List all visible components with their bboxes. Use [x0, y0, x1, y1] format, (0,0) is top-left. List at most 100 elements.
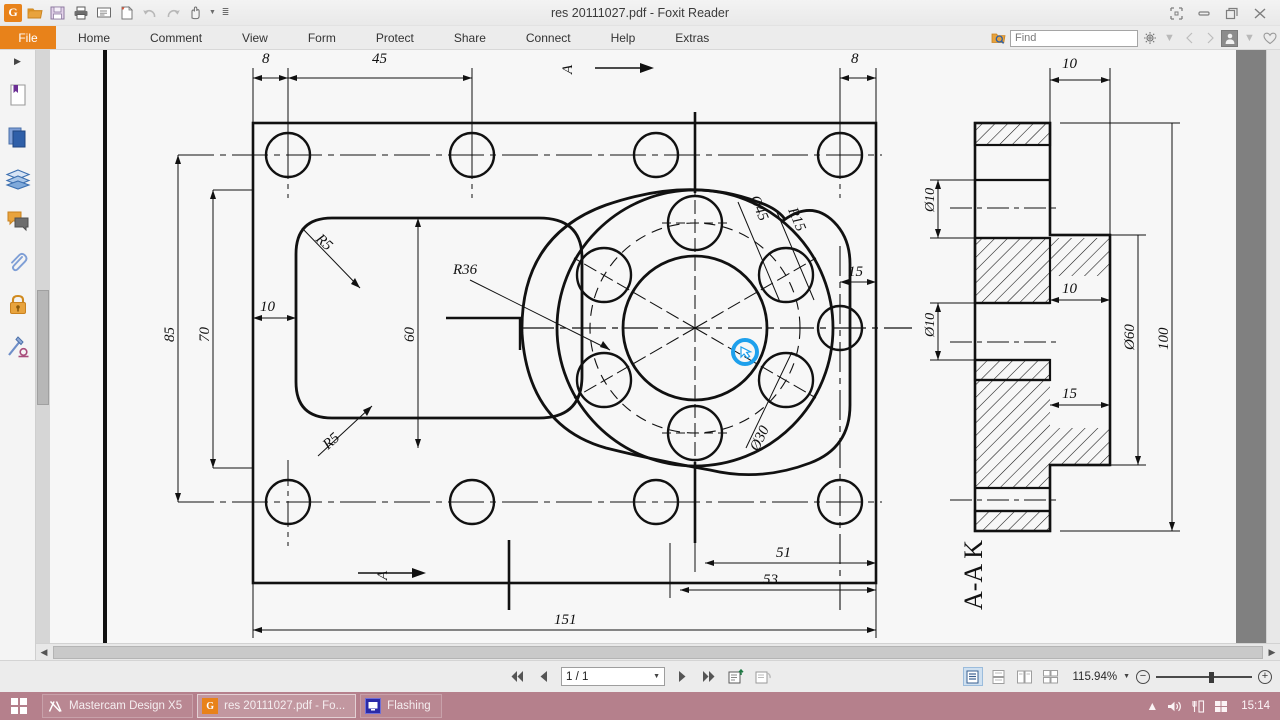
- zoom-level-value[interactable]: 115.94%: [1073, 671, 1118, 683]
- dim-bottom-51: 51: [776, 545, 791, 561]
- dim-section-100: 100: [1156, 327, 1172, 350]
- zoom-slider-rail: [1156, 675, 1252, 678]
- taskbar-item-label: res 20111027.pdf - Fo...: [224, 700, 346, 712]
- navigation-panel: ▶: [0, 50, 36, 660]
- facing-view-icon[interactable]: [1015, 667, 1035, 686]
- next-page-icon[interactable]: [672, 667, 692, 687]
- redo-icon[interactable]: [162, 3, 183, 23]
- tab-comment[interactable]: Comment: [130, 26, 222, 50]
- document-view[interactable]: 8 45 8 85 70 10 60 R5 R5 R36 Ø45 R15 Ø30…: [36, 50, 1280, 660]
- start-button[interactable]: [0, 692, 38, 720]
- hand-tool-caret-icon[interactable]: ▼: [208, 3, 217, 23]
- volume-icon[interactable]: [1167, 700, 1182, 713]
- layers-panel-icon[interactable]: [3, 158, 33, 200]
- open-folder-icon[interactable]: [24, 3, 45, 23]
- taskbar-item-flashing[interactable]: Flashing: [360, 694, 442, 718]
- ribbon-tab-bar: File Home Comment View Form Protect Shar…: [0, 26, 1280, 50]
- dim-left-inner: 70: [197, 327, 213, 343]
- scroll-right-icon[interactable]: ▶: [1264, 647, 1280, 658]
- left-scrollbar[interactable]: [36, 50, 50, 643]
- dim-right-edge-offset: 15: [848, 264, 864, 280]
- dim-top-left-offset: 8: [262, 51, 270, 67]
- dim-left-overall: 85: [162, 327, 178, 343]
- heart-icon[interactable]: [1261, 29, 1278, 47]
- save-icon[interactable]: [47, 3, 68, 23]
- last-page-icon[interactable]: [699, 667, 719, 687]
- section-marker-a-bottom: A: [375, 570, 391, 581]
- tab-view[interactable]: View: [222, 26, 288, 50]
- zoom-dropdown-icon[interactable]: ▼: [1123, 673, 1130, 680]
- account-icon[interactable]: [1221, 29, 1238, 47]
- horizontal-scrollbar[interactable]: ◀ ▶: [36, 643, 1280, 660]
- dim-boss-radius: R36: [452, 262, 478, 278]
- customize-toolbar-icon[interactable]: ≣: [219, 3, 232, 23]
- tab-share[interactable]: Share: [434, 26, 506, 50]
- undo-icon[interactable]: [139, 3, 160, 23]
- tab-help[interactable]: Help: [591, 26, 656, 50]
- tab-form[interactable]: Form: [288, 26, 356, 50]
- bookmarks-panel-icon[interactable]: [3, 74, 33, 116]
- quick-access-toolbar: G ▼ ≣: [0, 3, 232, 23]
- zoom-slider[interactable]: [1156, 670, 1252, 684]
- first-page-icon[interactable]: [507, 667, 527, 687]
- settings-icon[interactable]: [1141, 29, 1158, 47]
- single-page-view-icon[interactable]: [962, 667, 983, 686]
- search-scope-icon[interactable]: [990, 29, 1007, 47]
- taskbar-item-label: Mastercam Design X5: [69, 700, 183, 712]
- restore-layout-icon[interactable]: [1168, 5, 1184, 21]
- next-view-icon[interactable]: [1201, 29, 1218, 47]
- zoom-in-button[interactable]: +: [1258, 669, 1272, 684]
- signatures-panel-icon[interactable]: [3, 326, 33, 368]
- zoom-slider-knob[interactable]: [1209, 671, 1214, 683]
- minimize-icon[interactable]: [1196, 5, 1212, 21]
- taskbar-item-foxit[interactable]: G res 20111027.pdf - Fo...: [197, 694, 357, 718]
- settings-caret-icon[interactable]: ▼: [1161, 29, 1178, 47]
- search-input[interactable]: Find: [1010, 29, 1138, 47]
- tab-home[interactable]: Home: [56, 26, 130, 50]
- title-bar: G ▼ ≣ res 20111027.pdf - Foxit Reader: [0, 0, 1280, 26]
- fit-page-icon[interactable]: [726, 667, 746, 687]
- horizontal-scrollbar-thumb[interactable]: [53, 645, 1263, 659]
- windows-action-icon[interactable]: [1214, 700, 1228, 713]
- input-method-icon[interactable]: [1191, 699, 1205, 713]
- tab-file[interactable]: File: [0, 26, 56, 49]
- page-number-value: 1 / 1: [566, 670, 589, 683]
- mastercam-icon: [47, 698, 63, 714]
- window-controls: [1168, 0, 1276, 26]
- security-panel-icon[interactable]: [3, 284, 33, 326]
- new-document-icon[interactable]: [116, 3, 137, 23]
- right-scrollbar[interactable]: [1266, 50, 1280, 643]
- show-hidden-icons-icon[interactable]: ▲: [1146, 699, 1158, 713]
- comments-panel-icon[interactable]: [3, 200, 33, 242]
- facing-continuous-view-icon[interactable]: [1041, 667, 1061, 686]
- dim-bottom-53: 53: [763, 572, 778, 588]
- attachments-panel-icon[interactable]: [3, 242, 33, 284]
- page-number-input[interactable]: 1 / 1 ▼: [561, 667, 665, 686]
- tab-connect[interactable]: Connect: [506, 26, 591, 50]
- flashing-icon: [365, 698, 382, 714]
- print-icon[interactable]: [70, 3, 91, 23]
- pages-panel-icon[interactable]: [3, 116, 33, 158]
- close-icon[interactable]: [1252, 5, 1268, 21]
- zoom-out-button[interactable]: −: [1136, 669, 1150, 684]
- dim-section-mid-10: 10: [1062, 281, 1078, 297]
- rotate-view-icon[interactable]: [753, 667, 773, 687]
- system-tray: ▲ 15:14: [1146, 692, 1280, 720]
- tab-protect[interactable]: Protect: [356, 26, 434, 50]
- taskbar-item-mastercam[interactable]: Mastercam Design X5: [42, 694, 194, 718]
- scroll-left-icon[interactable]: ◀: [36, 647, 52, 658]
- hand-tool-icon[interactable]: [185, 3, 206, 23]
- tab-extras[interactable]: Extras: [655, 26, 729, 50]
- maximize-icon[interactable]: [1224, 5, 1240, 21]
- pdf-page: 8 45 8 85 70 10 60 R5 R5 R36 Ø45 R15 Ø30…: [50, 50, 1236, 643]
- taskbar-clock[interactable]: 15:14: [1241, 700, 1270, 712]
- continuous-view-icon[interactable]: [989, 667, 1009, 686]
- account-caret-icon[interactable]: ▼: [1241, 29, 1258, 47]
- prev-view-icon[interactable]: [1181, 29, 1198, 47]
- expand-panel-icon[interactable]: ▶: [14, 56, 21, 74]
- email-icon[interactable]: [93, 3, 114, 23]
- left-scrollbar-thumb[interactable]: [37, 290, 49, 405]
- prev-page-icon[interactable]: [534, 667, 554, 687]
- page-dropdown-icon[interactable]: ▼: [653, 673, 660, 680]
- foxit-logo-icon[interactable]: G: [4, 3, 22, 22]
